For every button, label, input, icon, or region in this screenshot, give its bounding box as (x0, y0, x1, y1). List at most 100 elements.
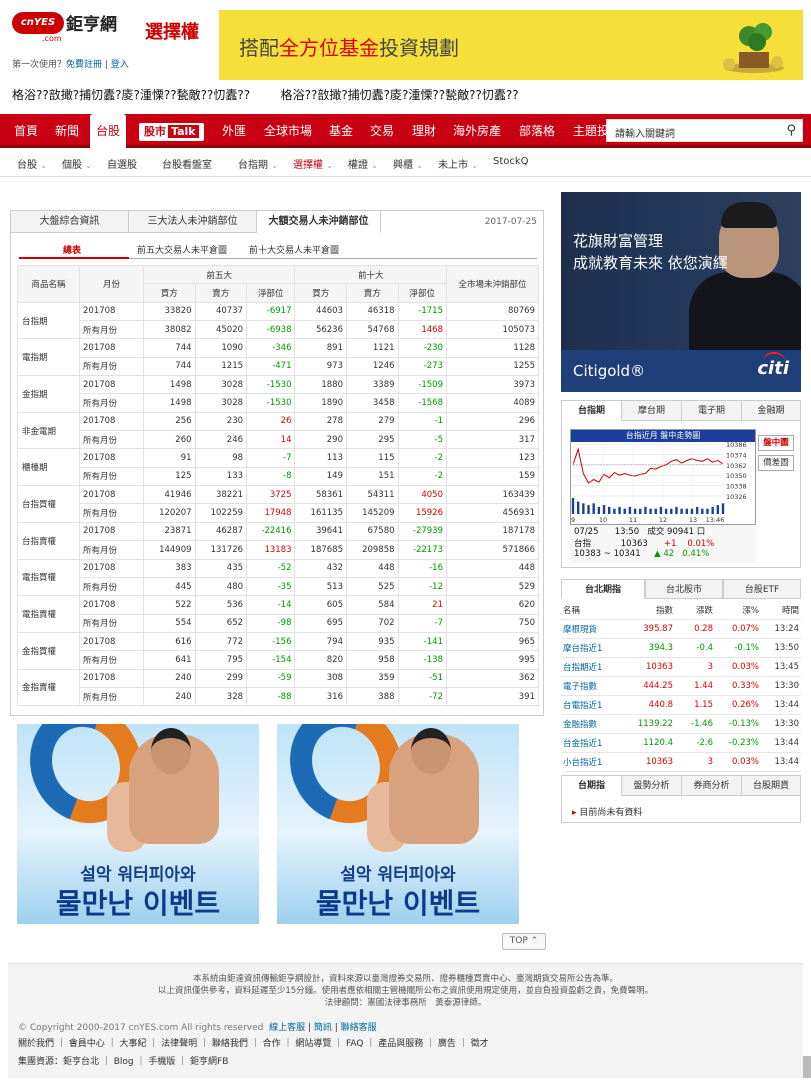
subnav-stock[interactable]: 個股 ⌄ (62, 156, 92, 171)
intraday-chart[interactable]: 台指近月 盤中走勢圖 10386 10374 10362 10350 10338 1032… (570, 429, 756, 525)
tab-broker-analysis[interactable]: 券商分析 (682, 776, 742, 796)
tab-tw-market[interactable]: 台北股市 (645, 579, 723, 599)
fund-banner-ad[interactable]: 搭配全方位基金投資規劃 (219, 10, 803, 80)
cell-name[interactable]: 金融指數 (561, 714, 635, 734)
cell-value: -154 (246, 650, 296, 670)
waterpark-ad-right[interactable]: 설악 워터피아와 물만난 이벤트 (277, 724, 519, 924)
citi-logo: citi (757, 358, 789, 379)
nav-forex[interactable]: 外匯 (222, 114, 246, 148)
index-row[interactable]: 摩台指近1 394.3 -0.4 -0.1% 13:50 (561, 638, 801, 659)
index-row[interactable]: 台金指近1 1120.4 -2.6 -0.23% 13:44 (561, 733, 801, 753)
register-link[interactable]: 免費註冊 (66, 60, 102, 70)
nav-blog[interactable]: 部落格 (519, 114, 555, 148)
cell-value: -1715 (397, 301, 448, 322)
subnav-watchlist[interactable]: 自選股 (107, 156, 137, 171)
disclaimer-1: 本系統由鉅達資訊傳輸鉅亨網設計，資料來源以臺灣證券交易所、證券櫃檯買賣中心、臺灣… (192, 974, 618, 984)
cell-name[interactable]: 台金指近1 (561, 733, 635, 753)
cell-name[interactable]: 台電指近1 (561, 695, 635, 715)
tab-mt[interactable]: 摩台期 (622, 401, 682, 421)
nav-home[interactable]: 首頁 (14, 114, 38, 148)
cell-name[interactable]: 電子指數 (561, 676, 635, 696)
person-hair (721, 202, 777, 228)
subnav-twstock[interactable]: 台股 ⌄ (17, 156, 47, 171)
login-link[interactable]: 登入 (111, 60, 129, 70)
nav-news[interactable]: 新聞 (55, 114, 79, 148)
nav-fund[interactable]: 基金 (329, 114, 353, 148)
subnav-room[interactable]: 台股看盤室 (162, 156, 212, 171)
subtab-top5[interactable]: 前五大交易人未平倉圖 (137, 243, 227, 256)
cell-name[interactable]: 摩根現貨 (561, 619, 635, 640)
cell-value: 973 (294, 356, 347, 377)
tab-tw-futures-index[interactable]: 台北期指 (561, 579, 645, 599)
search-placeholder: 請輸入關鍵詞 (615, 129, 675, 140)
cell-value: 125 (143, 466, 196, 487)
search-input[interactable]: 請輸入關鍵詞 ⚲ (606, 119, 803, 142)
cell-value: 522 (143, 595, 196, 615)
sms-link[interactable]: 簡訊 (314, 1023, 332, 1033)
volume-bar (608, 506, 611, 514)
subtab-top10[interactable]: 前十大交易人未平倉圖 (249, 243, 339, 256)
subtab-summary[interactable]: 總表 (63, 243, 81, 256)
tab-tx[interactable]: 台指期 (562, 401, 622, 421)
cnyes-logo[interactable]: cnYES 鉅亨網 .com (12, 8, 122, 44)
table-row: 台指賣權 201708 23871 46287 -22416 39641 67580 -279… (17, 521, 539, 560)
index-row[interactable]: 小台指近1 10363 3 0.03% 13:44 (561, 752, 801, 772)
cell-value: 46287 (194, 521, 248, 542)
tab-institutional[interactable]: 三大法人未沖銷部位 (129, 211, 257, 233)
cell-name[interactable]: 小台指近1 (561, 752, 635, 772)
volume-bar (680, 508, 683, 514)
tab-twfutures[interactable]: 台股期貨 (742, 776, 800, 796)
tab-large-trader[interactable]: 大額交易人未沖銷部位 (257, 211, 381, 233)
citigold-ad[interactable]: 花旗財富管理 成就教育未來 依您演繹 Citigold® citi (561, 192, 801, 392)
scrollbar-thumb[interactable] (803, 1056, 811, 1078)
group-links[interactable]: 集團資源：鉅亨台北 ｜ Blog ｜ 手機版 ｜ 鉅亨網FB (18, 1054, 228, 1067)
col-month: 月份 (79, 265, 144, 303)
footer-links[interactable]: 關於我們 ｜ 會員中心 ｜ 大事紀 ｜ 法律聲明 ｜ 聯絡我們 ｜ 合作 ｜ 網… (18, 1036, 489, 1049)
cell-name[interactable]: 摩台指近1 (561, 638, 635, 659)
nav-talk[interactable]: 股市 Talk (139, 123, 204, 141)
nav-global[interactable]: 全球市場 (264, 114, 312, 148)
nav-topic[interactable]: 主題投 (573, 114, 609, 148)
tab-tf[interactable]: 金融期 (742, 401, 800, 421)
search-icon[interactable]: ⚲ (786, 123, 796, 138)
news-ticker[interactable]: 格浴??敨撖?捕忉蠹?庱?湩慄??甃敵??忉蠹?? 格浴??敨撖?捕忉蠹?庱?湩… (12, 86, 802, 103)
index-row[interactable]: 台電指近1 440.8 1.15 0.26% 13:44 (561, 695, 801, 715)
index-row[interactable]: 金融指數 1139.22 -1.46 -0.13% 13:30 (561, 714, 801, 734)
back-to-top-button[interactable]: TOP ⌃ (502, 933, 546, 950)
subnav-options[interactable]: 選擇權 ⌄ (293, 156, 333, 171)
contact-link[interactable]: 聯絡客服 (341, 1023, 377, 1033)
subnav-emerging[interactable]: 興櫃 ⌄ (393, 156, 423, 171)
row-product-name: 台指買權 (17, 485, 80, 523)
nav-finance[interactable]: 理財 (412, 114, 436, 148)
subnav-warrants[interactable]: 權證 ⌄ (348, 156, 378, 171)
active-underline (19, 257, 129, 259)
tab-tx-rank[interactable]: 台期指 (562, 776, 622, 796)
intraday-chart-button[interactable]: 盤中圖 (758, 435, 794, 451)
tab-tw-etf[interactable]: 台股ETF (723, 579, 801, 599)
tab-market-summary[interactable]: 大盤綜合資訊 (11, 211, 129, 233)
spread-chart-button[interactable]: 價差圖 (758, 455, 794, 471)
subnav-futures[interactable]: 台指期 ⌄ (238, 156, 278, 171)
nav-realestate[interactable]: 海外房產 (453, 114, 501, 148)
cell-value: 448 (346, 558, 399, 578)
cell-value: 1468 (397, 320, 448, 340)
cell-month: 所有月份 (79, 356, 144, 377)
cell-value: 13183 (246, 540, 296, 560)
ticker-item[interactable]: 格浴??敨撖?捕忉蠹?庱?湩慄??甃敵??忉蠹?? (281, 88, 519, 102)
ticker-item[interactable]: 格浴??敨撖?捕忉蠹?庱?湩慄??甃敵??忉蠹?? (12, 88, 250, 102)
cell-name[interactable]: 台指期近1 (561, 657, 635, 678)
subnav-unlisted[interactable]: 未上市 ⌄ (438, 156, 478, 171)
cell-month: 201708 (79, 375, 144, 395)
index-row[interactable]: 電子指數 444.25 1.44 0.33% 13:30 (561, 676, 801, 696)
login-prompt: 第一次使用？ (12, 60, 67, 70)
nav-trade[interactable]: 交易 (370, 114, 394, 148)
nav-twstock[interactable]: 台股 (90, 114, 127, 148)
index-row[interactable]: 摩根現貨 395.87 0.28 0.07% 13:24 (561, 619, 801, 640)
tab-te[interactable]: 電子期 (682, 401, 742, 421)
cs-link[interactable]: 線上客服 (269, 1023, 305, 1033)
waterpark-ad-left[interactable]: 설악 워터피아와 물만난 이벤트 (17, 724, 259, 924)
col-top10-buy: 買方 (294, 283, 347, 303)
tab-market-analysis[interactable]: 盤勢分析 (622, 776, 682, 796)
index-row[interactable]: 台指期近1 10363 3 0.03% 13:45 (561, 657, 801, 678)
subnav-stockq[interactable]: StockQ (493, 156, 529, 167)
